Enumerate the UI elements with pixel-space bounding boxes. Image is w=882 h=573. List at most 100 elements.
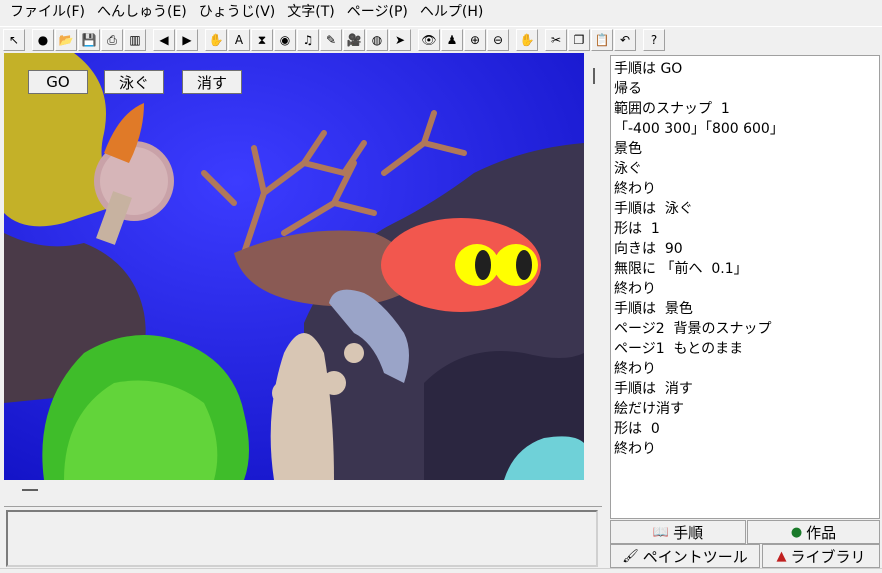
cut-button[interactable]: ✂ bbox=[545, 28, 567, 51]
script-line[interactable]: 範囲のスナップ 1 bbox=[614, 99, 879, 119]
divider bbox=[4, 506, 602, 507]
text-a-icon: A bbox=[234, 32, 244, 47]
menu-file[interactable]: ファイル(F) bbox=[4, 0, 91, 24]
open-folder-button[interactable]: 📂 bbox=[55, 28, 77, 51]
script-editor[interactable]: 手順は GO 帰る 範囲のスナップ 1 「-400 300」「800 600」 景色 泳ぐ… bbox=[610, 55, 880, 519]
pen-button[interactable]: ✎ bbox=[320, 28, 342, 51]
status-bar bbox=[0, 568, 882, 573]
erase-button[interactable]: 消す bbox=[182, 70, 242, 94]
paste-button[interactable]: 📋 bbox=[591, 28, 613, 51]
eye-icon: 👁 bbox=[421, 32, 437, 47]
earth-icon: ◍ bbox=[371, 32, 383, 47]
tab-library-label: ライブラリ bbox=[790, 547, 866, 566]
horizontal-scroll-thumb[interactable] bbox=[22, 489, 38, 491]
script-line[interactable]: 形は 1 bbox=[614, 219, 879, 239]
menu-text[interactable]: 文字(T) bbox=[281, 0, 340, 24]
stamp-button[interactable]: ♟ bbox=[441, 28, 463, 51]
script-line[interactable]: 手順は GO bbox=[614, 59, 879, 79]
eye-button-icon: ◉ bbox=[279, 32, 291, 47]
menu-help[interactable]: ヘルプ(H) bbox=[414, 0, 489, 24]
stop-hand-button[interactable]: ✋ bbox=[516, 28, 538, 51]
script-line[interactable]: 向きは 90 bbox=[614, 239, 879, 259]
stage-canvas[interactable]: GO 泳ぐ 消す bbox=[4, 53, 584, 480]
tab-procedure[interactable]: 📖 手順 bbox=[610, 520, 746, 544]
copy-button[interactable]: ❐ bbox=[568, 28, 590, 51]
pointer-icon: ➤ bbox=[394, 32, 406, 47]
stage-scroll-strip bbox=[585, 53, 607, 480]
page-layout-button[interactable]: ▥ bbox=[124, 28, 146, 51]
tab-work-label: 作品 bbox=[806, 523, 837, 542]
globe-icon: ● bbox=[37, 32, 49, 47]
globe-button[interactable]: ● bbox=[32, 28, 54, 51]
script-line[interactable]: 帰る bbox=[614, 79, 879, 99]
shapes-icon: ▲ bbox=[776, 548, 787, 564]
text-a-button[interactable]: A bbox=[228, 28, 250, 51]
help-icon: ? bbox=[650, 32, 658, 47]
script-line[interactable]: 泳ぐ bbox=[614, 159, 879, 179]
cut-icon: ✂ bbox=[550, 32, 562, 47]
vertical-scroll-thumb[interactable] bbox=[593, 68, 595, 84]
eye-button[interactable]: 👁 bbox=[418, 28, 440, 51]
paste-icon: 📋 bbox=[594, 32, 610, 47]
script-line[interactable]: 終わり bbox=[614, 279, 879, 299]
aquarium-scene bbox=[4, 53, 584, 480]
message-pane[interactable] bbox=[6, 510, 598, 567]
menu-page[interactable]: ページ(P) bbox=[341, 0, 414, 24]
cursor-arrow-icon: ↖ bbox=[8, 32, 20, 47]
script-line[interactable]: 形は 0 bbox=[614, 419, 879, 439]
tab-paint-tool-label: ペイントツール bbox=[642, 547, 748, 566]
forward-arrow-icon: ▶ bbox=[182, 32, 192, 47]
script-line[interactable]: 終わり bbox=[614, 359, 879, 379]
menu-bar: ファイル(F) へんしゅう(E) ひょうじ(V) 文字(T) ページ(P) ヘル… bbox=[0, 0, 882, 24]
script-line[interactable]: 絵だけ消す bbox=[614, 399, 879, 419]
go-button[interactable]: GO bbox=[28, 70, 88, 94]
save-button[interactable]: 💾 bbox=[78, 28, 100, 51]
zoom-out-icon: ⊖ bbox=[492, 32, 504, 47]
script-line[interactable]: 「-400 300」「800 600」 bbox=[614, 119, 879, 139]
script-line[interactable]: 手順は 景色 bbox=[614, 299, 879, 319]
pointer-button[interactable]: ➤ bbox=[389, 28, 411, 51]
save-icon: 💾 bbox=[81, 32, 97, 47]
script-line[interactable]: 手順は 泳ぐ bbox=[614, 199, 879, 219]
earth-button[interactable]: ◍ bbox=[366, 28, 388, 51]
video-camera-icon: 🎥 bbox=[346, 32, 362, 47]
script-line[interactable]: ページ1 もとのまま bbox=[614, 339, 879, 359]
tab-paint-tool[interactable]: 🖌 ペイントツール bbox=[610, 544, 760, 568]
eye-button-button[interactable]: ◉ bbox=[274, 28, 296, 51]
turtle-button[interactable]: ✋ bbox=[205, 28, 227, 51]
toolbar: ↖ ● 📂 💾 ⎙ ▥ ◀ ▶ ✋ A ⧗ ◉ ♫ ✎ 🎥 ◍ ➤ 👁 ♟ ⊕ ⊖ ✋ ✂ ❐ 📋 ↶? bbox=[0, 26, 882, 52]
turtle-icon: ✋ bbox=[208, 32, 224, 47]
music-note-button[interactable]: ♫ bbox=[297, 28, 319, 51]
menu-view[interactable]: ひょうじ(V) bbox=[193, 0, 282, 24]
script-line[interactable]: 手順は 消す bbox=[614, 379, 879, 399]
script-line[interactable]: ページ2 背景のスナップ bbox=[614, 319, 879, 339]
zoom-out-button[interactable]: ⊖ bbox=[487, 28, 509, 51]
help-button[interactable]: ? bbox=[643, 28, 665, 51]
hourglass-icon: ⧗ bbox=[257, 32, 267, 47]
menu-edit[interactable]: へんしゅう(E) bbox=[91, 0, 193, 24]
undo-button[interactable]: ↶ bbox=[614, 28, 636, 51]
script-line[interactable]: 終わり bbox=[614, 179, 879, 199]
globe-icon: ● bbox=[790, 524, 803, 540]
zoom-in-button[interactable]: ⊕ bbox=[464, 28, 486, 51]
tab-procedure-label: 手順 bbox=[673, 523, 704, 542]
swim-button[interactable]: 泳ぐ bbox=[104, 70, 164, 94]
script-line[interactable]: 終わり bbox=[614, 439, 879, 459]
cursor-arrow-button[interactable]: ↖ bbox=[3, 28, 25, 51]
script-line[interactable]: 景色 bbox=[614, 139, 879, 159]
forward-arrow-button[interactable]: ▶ bbox=[176, 28, 198, 51]
hourglass-button[interactable]: ⧗ bbox=[251, 28, 273, 51]
open-folder-icon: 📂 bbox=[58, 32, 74, 47]
print-button[interactable]: ⎙ bbox=[101, 28, 123, 51]
print-icon: ⎙ bbox=[107, 32, 117, 47]
fish-sprite bbox=[381, 218, 541, 312]
back-arrow-button[interactable]: ◀ bbox=[153, 28, 175, 51]
back-arrow-icon: ◀ bbox=[159, 32, 169, 47]
pen-icon: ✎ bbox=[325, 32, 337, 47]
book-icon: 📖 bbox=[652, 524, 670, 540]
video-camera-button[interactable]: 🎥 bbox=[343, 28, 365, 51]
script-line[interactable]: 無限に 「前へ 0.1」 bbox=[614, 259, 879, 279]
undo-icon: ↶ bbox=[619, 32, 631, 47]
tab-library[interactable]: ▲ ライブラリ bbox=[762, 544, 880, 568]
tab-work[interactable]: ● 作品 bbox=[747, 520, 880, 544]
